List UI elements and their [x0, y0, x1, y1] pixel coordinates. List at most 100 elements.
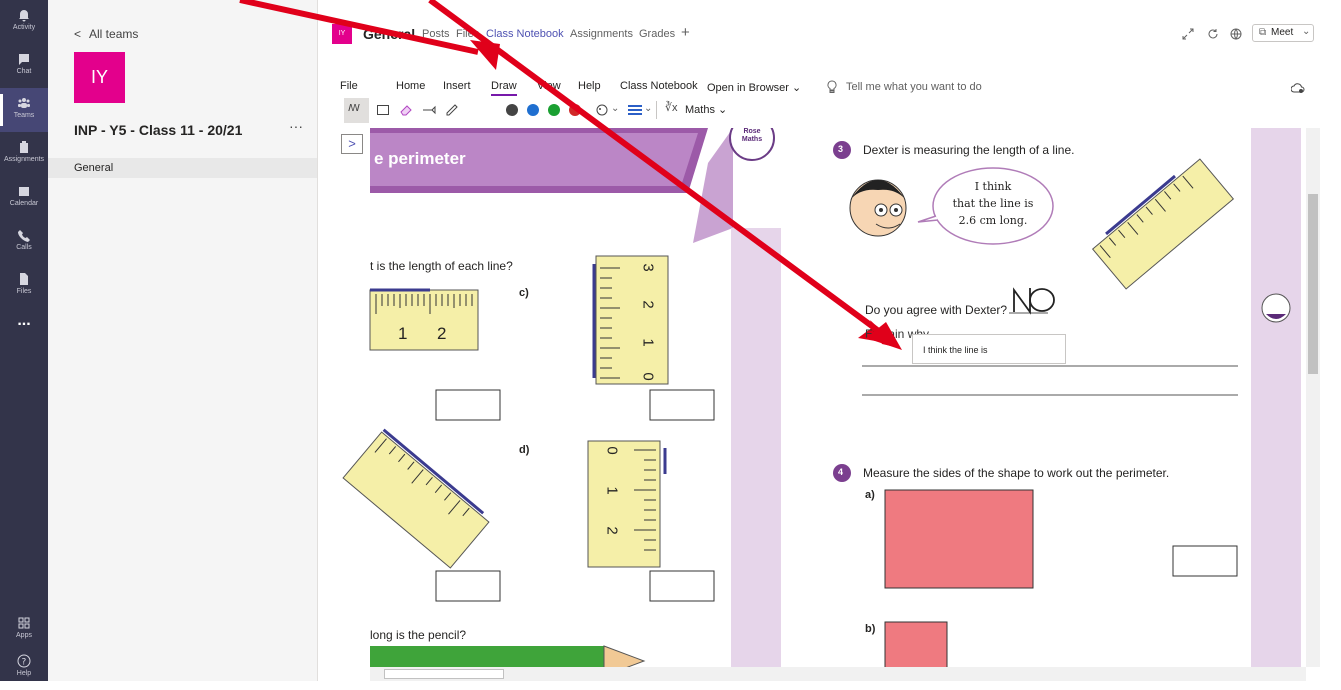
q3-text: Dexter is measuring the length of a line…: [863, 143, 1075, 157]
video-icon: ⧉: [1259, 27, 1267, 38]
typed-note-container[interactable]: I think the line is: [912, 334, 1066, 364]
maths-button[interactable]: Maths ⌄: [685, 103, 727, 116]
horizontal-scrollbar-thumb[interactable]: [384, 669, 504, 679]
teams-panel: < All teams IY INP - Y5 - Class 11 - 20/2…: [48, 0, 318, 681]
calendar-icon: [19, 187, 29, 196]
assignments-icon: [20, 141, 28, 153]
open-in-browser-button[interactable]: Open in Browser ⌄: [707, 81, 801, 94]
pen-color-3[interactable]: [569, 104, 581, 116]
rail-chat[interactable]: Chat: [0, 44, 48, 88]
apps-icon: [18, 617, 30, 629]
question-length: t is the length of each line?: [370, 259, 513, 273]
rail-teams[interactable]: Teams: [0, 88, 48, 132]
label-b: b): [865, 623, 876, 635]
teams-icon: [18, 98, 30, 108]
rail-activity[interactable]: Activity: [0, 0, 48, 44]
lightbulb-icon: [827, 80, 837, 93]
ruler-c-label-0: 0: [639, 372, 657, 381]
all-teams-link[interactable]: < All teams: [74, 27, 138, 41]
ribbon-tab-help[interactable]: Help: [578, 80, 601, 92]
math-icon: ∛x: [665, 102, 678, 114]
ribbon-tab-class-notebook[interactable]: Class Notebook: [620, 80, 698, 92]
rail-files[interactable]: Files: [0, 264, 48, 308]
pen-color-1[interactable]: [527, 104, 539, 116]
q3-agree: Do you agree with Dexter?: [865, 303, 1008, 317]
main-area: IY General Posts Files Class Notebook As…: [318, 0, 1341, 681]
lasso-icon: ꟿ: [348, 103, 360, 114]
team-name[interactable]: INP - Y5 - Class 11 - 20/21: [74, 122, 242, 138]
refresh-icon[interactable]: [1206, 27, 1220, 41]
chevron-left-icon: <: [74, 27, 82, 41]
meet-button[interactable]: ⧉ Meet ⌄: [1252, 24, 1314, 42]
chat-icon: [19, 54, 29, 65]
chevron-down-icon: ⌄: [718, 104, 728, 116]
ruler-c: [595, 255, 669, 385]
ruler-dexter: [1091, 158, 1235, 290]
ruler-c-label-2: 2: [639, 300, 657, 309]
files-icon: [20, 273, 28, 285]
pen-color-2[interactable]: [548, 104, 560, 116]
ruler-a-label-2: 2: [437, 324, 447, 343]
channel-item-general[interactable]: General: [48, 158, 317, 178]
eraser-icon[interactable]: [399, 103, 413, 117]
label-c: c): [519, 287, 529, 299]
banner-title: e perimeter: [374, 149, 466, 168]
ribbon-tab-insert[interactable]: Insert: [443, 80, 471, 92]
answer-box-d-left: [435, 570, 501, 602]
tab-posts[interactable]: Posts: [422, 28, 450, 40]
team-avatar[interactable]: IY: [74, 52, 125, 103]
worksheet-drawing: [342, 128, 1301, 681]
bubble-text: I think that the line is 2.6 cm long.: [952, 180, 1034, 227]
rail-help[interactable]: ? Help: [0, 646, 48, 690]
chevron-down-icon[interactable]: ⌄: [611, 103, 619, 114]
tell-me-search[interactable]: Tell me what you want to do: [846, 81, 982, 93]
highlighter-icon[interactable]: [445, 103, 459, 117]
bell-icon: [19, 10, 29, 22]
app-rail: Activity Chat Teams Assignments Calendar…: [0, 0, 48, 681]
expand-icon[interactable]: [1181, 27, 1195, 41]
channel-badge: IY: [332, 24, 352, 44]
tab-class-notebook[interactable]: Class Notebook: [486, 28, 564, 40]
ribbon-tab-draw[interactable]: Draw: [491, 80, 517, 96]
globe-icon[interactable]: [1229, 27, 1243, 41]
rail-assignments[interactable]: Assignments: [0, 132, 48, 176]
line-thickness-icon[interactable]: [628, 104, 642, 116]
vertical-scrollbar[interactable]: [1306, 128, 1320, 667]
rose-maths-logo-text: Rose Maths: [741, 128, 763, 143]
pen-icon[interactable]: [422, 103, 436, 117]
label-a: a): [865, 489, 875, 501]
q3-number: 3: [838, 144, 844, 154]
select-rectangle-icon[interactable]: [376, 103, 390, 117]
answer-box-b: [435, 389, 501, 421]
notebook-page[interactable]: > e perimeter Rose Maths t is the length…: [338, 128, 1323, 681]
rail-more[interactable]: ...: [0, 308, 48, 352]
answer-box-d: [649, 570, 715, 602]
team-more-button[interactable]: ···: [289, 118, 303, 134]
shape-a: [884, 489, 1034, 589]
tab-files[interactable]: Files: [456, 28, 479, 40]
tab-assignments[interactable]: Assignments: [570, 28, 633, 40]
chevron-down-icon: ⌄: [1302, 26, 1311, 37]
cloud-sync-icon[interactable]: [1291, 82, 1305, 94]
toolbar-divider: [656, 101, 657, 119]
ribbon-tab-home[interactable]: Home: [396, 80, 425, 92]
typed-note[interactable]: I think the line is: [923, 345, 988, 355]
ruler-c-label-1: 1: [639, 338, 657, 347]
horizontal-scrollbar[interactable]: [370, 667, 1306, 681]
add-tab-button[interactable]: +: [681, 24, 690, 41]
help-icon: ?: [17, 654, 31, 668]
lasso-select-tool[interactable]: ꟿ: [344, 98, 369, 123]
ruler-d-label-1: 1: [603, 486, 621, 495]
chevron-down-icon: ⌄: [792, 82, 802, 94]
answer-box-c: [649, 389, 715, 421]
tab-grades[interactable]: Grades: [639, 28, 675, 40]
ribbon-tab-view[interactable]: View: [537, 80, 561, 92]
rail-calls[interactable]: Calls: [0, 220, 48, 264]
chevron-down-icon[interactable]: ⌄: [644, 103, 652, 114]
ink-effects-icon[interactable]: [595, 103, 609, 117]
rail-calendar[interactable]: Calendar: [0, 176, 48, 220]
pen-color-0[interactable]: [506, 104, 518, 116]
ribbon-tab-file[interactable]: File: [340, 80, 358, 92]
more-icon: ...: [17, 312, 31, 329]
vertical-scrollbar-thumb[interactable]: [1308, 194, 1318, 374]
